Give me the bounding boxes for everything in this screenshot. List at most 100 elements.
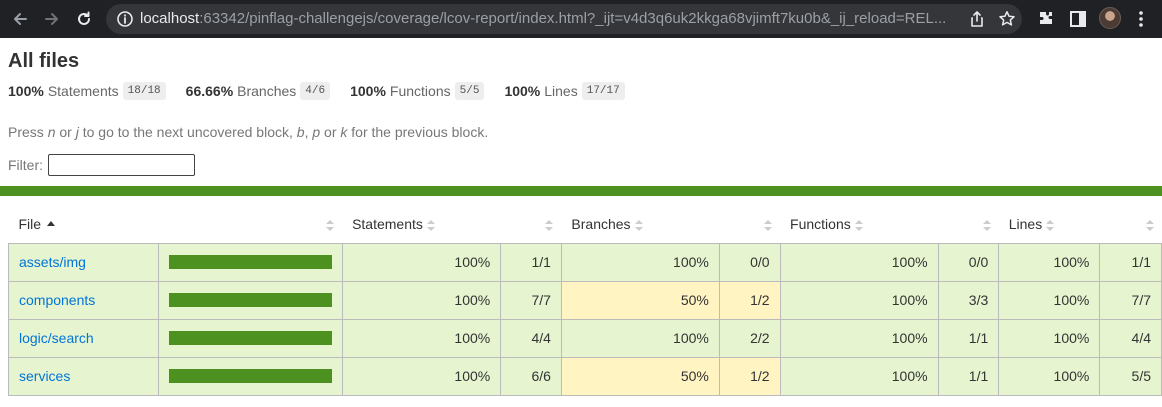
url-path: :63342/pinflag-challengejs/coverage/lcov… (199, 11, 947, 27)
sort-icon (854, 220, 863, 232)
sort-icon (764, 220, 773, 231)
extensions-puzzle-icon[interactable] (1036, 9, 1056, 29)
hint-text: to go to the next uncovered block, (78, 124, 297, 140)
column-header-file[interactable]: File (9, 206, 159, 243)
summary-pct: 100% (504, 83, 541, 99)
reload-icon (78, 11, 90, 25)
table-row: assets/img 100% 1/1 100% 0/0 100% 0/0 10… (8, 242, 1162, 282)
functions-count: 3/3 (937, 280, 1000, 320)
lines-pct: 100% (998, 242, 1101, 282)
file-link[interactable]: assets/img (19, 254, 86, 270)
column-header-lines-count[interactable] (1100, 206, 1162, 243)
branches-count: 2/2 (718, 318, 781, 358)
functions-pct: 100% (779, 318, 939, 358)
filter-label: Filter: (8, 157, 43, 173)
summary-statements: 100% Statements 18/18 (8, 82, 166, 100)
summary-label: Functions (389, 83, 451, 99)
coverage-bar-cell (157, 356, 343, 396)
column-header-lines[interactable]: Lines (999, 206, 1100, 243)
column-header-branches-count[interactable] (719, 206, 780, 243)
statements-pct: 100% (341, 280, 502, 320)
side-panel-icon[interactable] (1068, 9, 1088, 29)
hint-text: for the previous block. (347, 124, 489, 140)
lines-count: 4/4 (1099, 318, 1162, 358)
file-link[interactable]: components (19, 292, 95, 308)
kebab-menu-icon[interactable] (1135, 9, 1147, 29)
table-row: services 100% 6/6 50% 1/2 100% 1/1 100% … (8, 356, 1162, 396)
summary-lines: 100% Lines 17/17 (504, 82, 625, 100)
summary-functions: 100% Functions 5/5 (350, 82, 485, 100)
info-icon[interactable] (116, 10, 134, 28)
column-header-branches[interactable]: Branches (561, 206, 719, 243)
filter-input[interactable] (48, 154, 195, 176)
summary-pct: 66.66% (185, 83, 234, 99)
branches-count: 1/2 (718, 280, 781, 320)
forward-button[interactable] (40, 7, 64, 31)
table-header-row: File Statements Branches Functions Lines (9, 206, 1162, 243)
filter-row: Filter: (8, 154, 195, 176)
keyboard-hint: Press n or j to go to the next uncovered… (8, 124, 488, 140)
column-header-coverage-bar[interactable] (158, 206, 342, 243)
arrow-left-icon (14, 13, 27, 25)
coverage-bar (168, 331, 332, 345)
column-label: Lines (1008, 216, 1043, 233)
bookmark-star-icon[interactable] (998, 10, 1016, 28)
functions-count: 1/1 (937, 356, 1000, 396)
share-icon[interactable] (968, 10, 986, 28)
file-link[interactable]: services (19, 368, 70, 384)
functions-pct: 100% (779, 356, 939, 396)
coverage-table: File Statements Branches Functions Lines… (8, 206, 1162, 396)
branches-pct: 50% (560, 356, 720, 396)
coverage-bar (168, 369, 332, 383)
summary-label: Branches (237, 83, 297, 99)
summary-fraction: 5/5 (454, 82, 485, 100)
arrow-right-icon (45, 13, 58, 25)
functions-pct: 100% (779, 280, 939, 320)
branches-count: 1/2 (718, 356, 781, 396)
column-header-statements-count[interactable] (501, 206, 562, 243)
file-cell: components (8, 280, 159, 320)
functions-pct: 100% (779, 242, 939, 282)
coverage-bar-cell (157, 242, 343, 282)
lines-count: 5/5 (1099, 356, 1162, 396)
reload-button[interactable] (72, 7, 96, 31)
profile-avatar[interactable] (1099, 7, 1121, 29)
sort-icon (634, 220, 643, 232)
file-link[interactable]: logic/search (19, 330, 94, 346)
summary-branches: 66.66% Branches 4/6 (185, 82, 331, 100)
url-text[interactable]: localhost:63342/pinflag-challengejs/cove… (140, 11, 960, 27)
hint-key: p (312, 124, 321, 140)
column-label: Statements (352, 216, 423, 233)
lines-count: 7/7 (1099, 280, 1162, 320)
coverage-bar-cell (157, 280, 343, 320)
address-bar[interactable]: localhost:63342/pinflag-challengejs/cove… (106, 4, 1022, 34)
column-label: File (18, 216, 42, 233)
branches-pct: 100% (560, 242, 720, 282)
summary-fraction: 18/18 (122, 82, 166, 100)
sort-icon (982, 220, 991, 231)
file-cell: assets/img (8, 242, 159, 282)
column-header-functions[interactable]: Functions (780, 206, 938, 243)
column-label: Branches (571, 216, 631, 233)
functions-count: 1/1 (937, 318, 1000, 358)
branches-pct: 50% (560, 280, 720, 320)
file-cell: services (8, 356, 159, 396)
page-title: All files (8, 50, 80, 72)
statements-pct: 100% (341, 242, 502, 282)
summary-fraction: 4/6 (300, 82, 331, 100)
hint-key: b (296, 124, 305, 140)
back-button[interactable] (8, 7, 32, 31)
sort-icon (1145, 220, 1154, 231)
summary-label: Statements (47, 83, 119, 99)
coverage-bar (168, 255, 332, 269)
column-header-statements[interactable]: Statements (342, 206, 501, 243)
column-header-functions-count[interactable] (938, 206, 999, 243)
statements-count: 1/1 (500, 242, 562, 282)
url-host: localhost (140, 11, 200, 27)
sort-icon (426, 220, 435, 232)
column-label: Functions (790, 216, 851, 233)
sort-icon (1046, 220, 1055, 232)
sort-icon (326, 220, 335, 231)
hint-text: Press (8, 124, 48, 140)
table-row: logic/search 100% 4/4 100% 2/2 100% 1/1 … (8, 318, 1162, 358)
